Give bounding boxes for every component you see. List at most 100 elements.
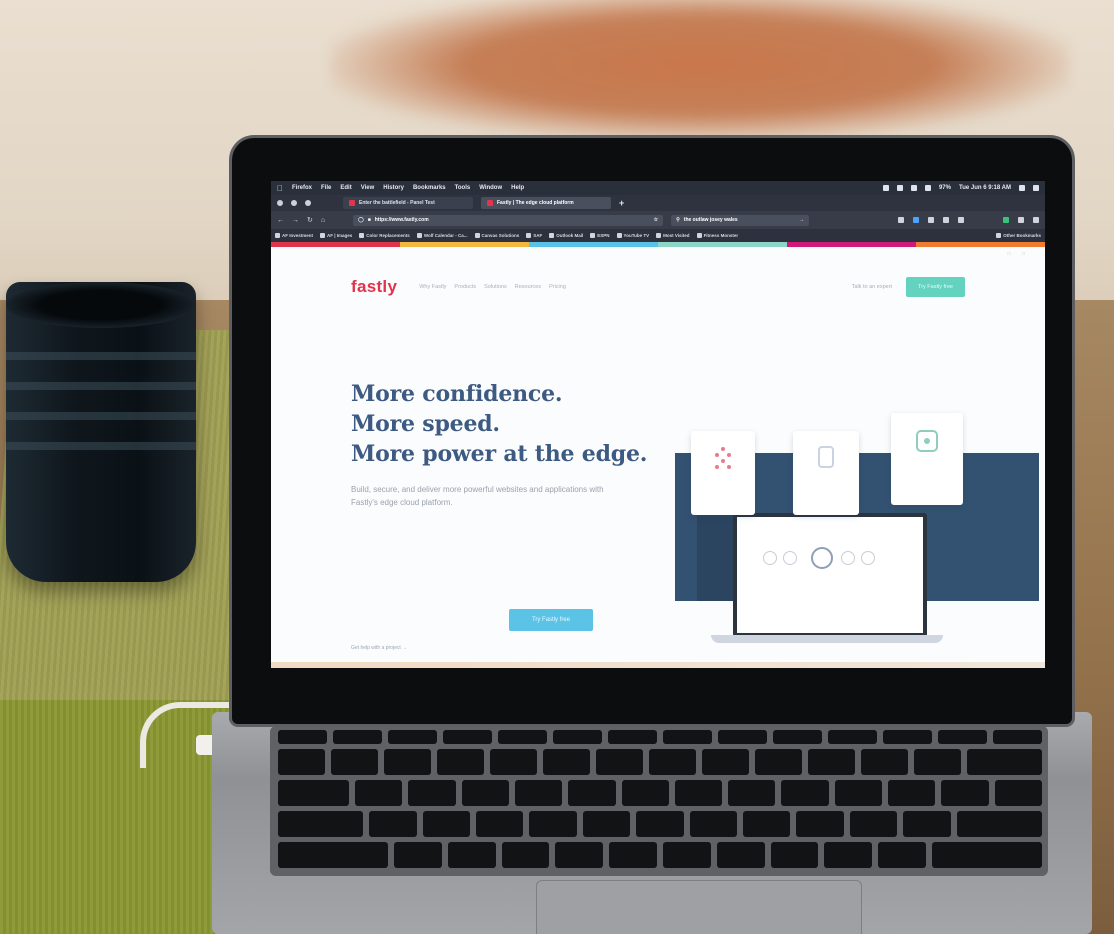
account-icon[interactable] <box>958 217 964 223</box>
illustration-control <box>811 547 833 569</box>
bookmark-item[interactable]: Fitness Monster <box>696 233 738 238</box>
nav-products[interactable]: Products <box>454 284 476 290</box>
bookmarks-toolbar: AF Investment AF | Images Color Replacem… <box>271 229 1045 242</box>
blurred-orange-object <box>330 0 1070 140</box>
extension-icon[interactable] <box>1003 217 1009 223</box>
tracking-shield-icon[interactable]: ◯ <box>358 217 364 223</box>
bookmark-item[interactable]: SAF <box>526 233 542 238</box>
sidebar-icon[interactable] <box>943 217 949 223</box>
extension-icon[interactable] <box>913 217 919 223</box>
main-nav: Why Fastly Products Solutions Resources … <box>419 284 566 290</box>
nav-why-fastly[interactable]: Why Fastly <box>419 284 446 290</box>
screen-reflection <box>271 662 1045 668</box>
bookmark-label: Canvas Solutions <box>481 233 520 238</box>
new-tab-button[interactable]: + <box>619 198 624 208</box>
menu-history[interactable]: History <box>383 185 404 191</box>
status-icon[interactable] <box>910 185 917 191</box>
menu-list-icon[interactable] <box>1033 185 1039 191</box>
search-icon: ⚲ <box>676 217 680 223</box>
bookmark-label: AF | Images <box>327 233 353 238</box>
nav-pricing[interactable]: Pricing <box>549 284 566 290</box>
bookmark-label: Wolf Calendar - Ca... <box>423 233 468 238</box>
search-input[interactable]: ⚲ the outlaw josey wales → <box>671 214 810 226</box>
tab-battlefield[interactable]: Enter the battlefield - Panel Test <box>343 197 473 209</box>
window-minimize-button[interactable] <box>291 200 297 206</box>
bookmark-item[interactable]: Canvas Solutions <box>474 233 520 238</box>
reload-icon[interactable]: ↻ <box>307 216 313 224</box>
illustration-laptop-base <box>711 635 943 643</box>
bookmark-item[interactable]: Outlook Mail <box>549 233 583 238</box>
hero-section: More confidence. More speed. More power … <box>351 379 671 509</box>
extension-icon[interactable] <box>1018 217 1024 223</box>
menu-view[interactable]: View <box>361 185 375 191</box>
menu-firefox[interactable]: Firefox <box>292 185 312 191</box>
utility-icon[interactable]: □ <box>1008 251 1011 256</box>
illustration-laptop <box>733 513 927 637</box>
back-icon[interactable]: ← <box>277 217 284 224</box>
bookmark-star-icon[interactable]: ☆ <box>654 217 658 223</box>
fastly-logo[interactable]: fastly <box>351 277 397 297</box>
status-icon[interactable] <box>882 185 889 191</box>
forward-icon[interactable]: → <box>292 217 299 224</box>
bookmark-label: Color Replacements <box>366 233 410 238</box>
menu-window[interactable]: Window <box>479 185 502 191</box>
menu-edit[interactable]: Edit <box>340 185 351 191</box>
tab-fastly[interactable]: Fastly | The edge cloud platform <box>481 197 611 209</box>
menu-help[interactable]: Help <box>511 185 524 191</box>
try-free-button[interactable]: Try Fastly free <box>906 277 965 297</box>
status-icon[interactable] <box>896 185 903 191</box>
search-go-icon[interactable]: → <box>799 217 804 223</box>
home-icon[interactable]: ⌂ <box>321 217 325 224</box>
hero-subtext: Build, secure, and deliver more powerful… <box>351 485 604 507</box>
bookmark-item[interactable]: Most Visited <box>656 233 690 238</box>
bookmark-item[interactable]: YouTube TV <box>616 233 649 238</box>
pocket-icon[interactable] <box>898 217 904 223</box>
globe-icon <box>526 233 532 238</box>
hero-try-free-button[interactable]: Try Fastly free <box>509 609 593 631</box>
hero-help-link[interactable]: Get help with a project → <box>351 645 407 651</box>
bookmark-item[interactable]: Color Replacements <box>359 233 410 238</box>
folder-icon <box>275 233 280 238</box>
macos-menu-bar:  Firefox File Edit View History Bookmar… <box>271 181 1045 195</box>
tab-bar: Enter the battlefield - Panel Test Fastl… <box>271 195 1045 211</box>
bookmark-item[interactable]: ESPN <box>590 233 610 238</box>
folder-icon <box>996 233 1002 238</box>
tab-label: Enter the battlefield - Panel Test <box>359 200 435 206</box>
lock-icon[interactable]: ■ <box>368 217 371 223</box>
nav-solutions[interactable]: Solutions <box>484 284 507 290</box>
menu-bookmarks[interactable]: Bookmarks <box>413 185 446 191</box>
bookmark-item[interactable]: AF Investment <box>275 233 313 238</box>
tab-favicon <box>487 200 493 206</box>
search-icon[interactable] <box>1019 185 1025 191</box>
url-text: https://www.fastly.com <box>374 217 429 223</box>
page-icon <box>359 233 365 238</box>
menu-file[interactable]: File <box>321 185 331 191</box>
clock[interactable]: Tue Jun 6 9:18 AM <box>959 185 1011 191</box>
battery-percent[interactable]: 97% <box>939 185 951 191</box>
mail-icon <box>549 233 555 238</box>
hero-line-1: More confidence. <box>351 381 563 407</box>
library-icon[interactable] <box>928 217 934 223</box>
illustration-control <box>841 551 855 565</box>
page-icon <box>416 233 422 238</box>
window-close-button[interactable] <box>277 200 283 206</box>
wifi-icon[interactable] <box>924 185 931 191</box>
nav-resources[interactable]: Resources <box>515 284 541 290</box>
network-icon <box>715 447 731 469</box>
bookmark-item[interactable]: Wolf Calendar - Ca... <box>416 233 468 238</box>
illustration-control <box>783 551 797 565</box>
illustration-control <box>763 551 777 565</box>
other-bookmarks[interactable]: Other Bookmarks <box>996 233 1041 238</box>
page-icon <box>474 233 480 238</box>
page-icon <box>696 233 702 238</box>
apple-icon[interactable]:  <box>277 184 283 193</box>
utility-icon[interactable]: □ <box>1022 251 1025 256</box>
laptop-screen:  Firefox File Edit View History Bookmar… <box>271 181 1045 668</box>
site-header: fastly Why Fastly Products Solutions Res… <box>351 275 965 299</box>
url-bar[interactable]: ◯ ■ https://www.fastly.com ☆ <box>353 214 664 226</box>
window-zoom-button[interactable] <box>305 200 311 206</box>
bookmark-item[interactable]: AF | Images <box>320 233 352 238</box>
talk-to-expert-link[interactable]: Talk to an expert <box>852 284 892 290</box>
menu-tools[interactable]: Tools <box>455 185 471 191</box>
hamburger-menu-icon[interactable] <box>1033 217 1039 223</box>
